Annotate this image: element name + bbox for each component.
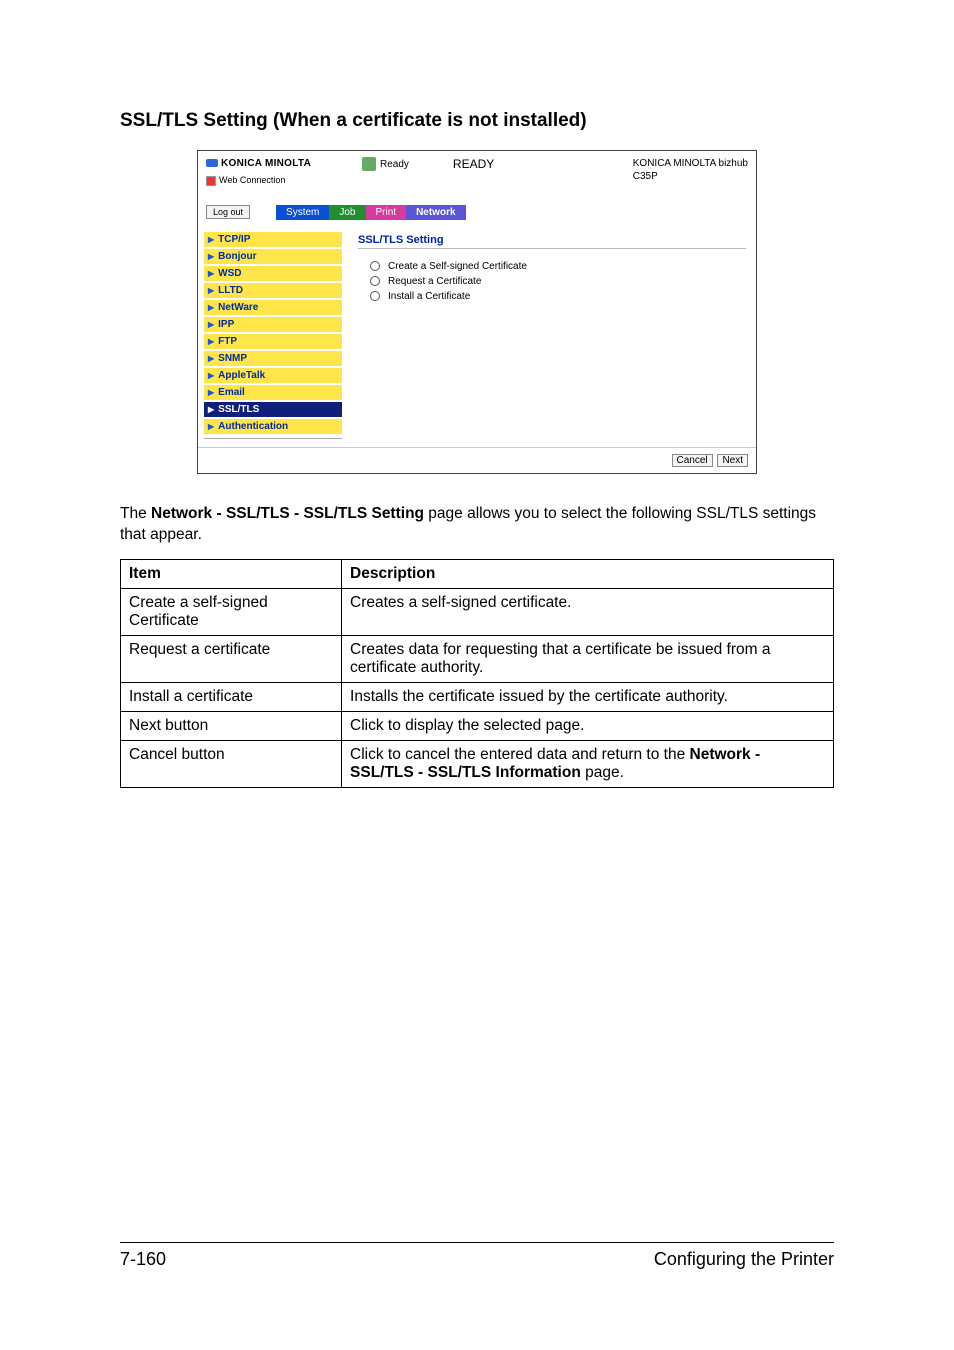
chevron-right-icon: ▶ (208, 354, 214, 363)
sidebar-item-snmp[interactable]: ▶SNMP (204, 351, 342, 366)
cancel-button[interactable]: Cancel (672, 454, 713, 467)
sidebar-item-appletalk[interactable]: ▶AppleTalk (204, 368, 342, 383)
th-description: Description (342, 560, 834, 589)
description-table: Item Description Create a self-signed Ce… (120, 559, 834, 788)
sidebar-item-ssltls[interactable]: ▶SSL/TLS (204, 402, 342, 417)
radio-icon (370, 276, 380, 286)
option-label: Request a Certificate (388, 276, 481, 287)
sidebar-item-email[interactable]: ▶Email (204, 385, 342, 400)
th-item: Item (121, 560, 342, 589)
status-ready-large: READY (453, 157, 494, 171)
table-row: Next button Click to display the selecte… (121, 712, 834, 741)
chevron-right-icon: ▶ (208, 235, 214, 244)
subbrand-text: Web Connection (219, 175, 285, 185)
sidebar-item-ftp[interactable]: ▶FTP (204, 334, 342, 349)
page-footer: 7-160 Configuring the Printer (120, 1242, 834, 1270)
sidebar-item-lltd[interactable]: ▶LLTD (204, 283, 342, 298)
content-panel: SSL/TLS Setting Create a Self-signed Cer… (348, 226, 756, 447)
logout-button[interactable]: Log out (206, 205, 250, 219)
option-create-self-signed[interactable]: Create a Self-signed Certificate (358, 259, 746, 274)
screenshot-footer: Cancel Next (198, 447, 756, 473)
section-title: SSL/TLS Setting (When a certificate is n… (120, 110, 834, 132)
tab-system[interactable]: System (276, 205, 329, 220)
table-row: Request a certificate Creates data for r… (121, 636, 834, 683)
model-line2: C35P (633, 170, 748, 183)
sidebar-item-ipp[interactable]: ▶IPP (204, 317, 342, 332)
radio-icon (370, 261, 380, 271)
sidebar-item-tcpip[interactable]: ▶TCP/IP (204, 232, 342, 247)
chevron-right-icon: ▶ (208, 337, 214, 346)
status-ready-small: Ready (380, 159, 409, 170)
printer-icon (362, 157, 376, 171)
sidebar-item-bonjour[interactable]: ▶Bonjour (204, 249, 342, 264)
chevron-right-icon: ▶ (208, 286, 214, 295)
sidebar-item-wsd[interactable]: ▶WSD (204, 266, 342, 281)
panel-heading: SSL/TLS Setting (358, 234, 746, 249)
chevron-right-icon: ▶ (208, 252, 214, 261)
brand-badge-icon (206, 159, 218, 167)
model-line1: KONICA MINOLTA bizhub (633, 157, 748, 170)
pagescope-icon (206, 176, 216, 186)
tab-bar: System Job Print Network (276, 205, 465, 220)
chevron-right-icon: ▶ (208, 269, 214, 278)
option-label: Install a Certificate (388, 291, 470, 302)
embedded-screenshot: KONICA MINOLTA Web Connection Ready READ… (197, 150, 757, 474)
sidebar-item-netware[interactable]: ▶NetWare (204, 300, 342, 315)
chevron-right-icon: ▶ (208, 320, 214, 329)
sidebar-item-authentication[interactable]: ▶Authentication (204, 419, 342, 434)
option-request-certificate[interactable]: Request a Certificate (358, 274, 746, 289)
page-number: 7-160 (120, 1249, 166, 1270)
chevron-right-icon: ▶ (208, 388, 214, 397)
body-paragraph: The Network - SSL/TLS - SSL/TLS Setting … (120, 504, 834, 546)
option-install-certificate[interactable]: Install a Certificate (358, 289, 746, 304)
table-row: Cancel button Click to cancel the entere… (121, 741, 834, 788)
tab-print[interactable]: Print (366, 205, 407, 220)
tab-network[interactable]: Network (406, 205, 465, 220)
footer-title: Configuring the Printer (654, 1249, 834, 1270)
option-label: Create a Self-signed Certificate (388, 261, 527, 272)
tab-job[interactable]: Job (329, 205, 365, 220)
table-row: Install a certificate Installs the certi… (121, 683, 834, 712)
brand-text: KONICA MINOLTA (221, 158, 311, 169)
chevron-right-icon: ▶ (208, 303, 214, 312)
sidebar: ▶TCP/IP ▶Bonjour ▶WSD ▶LLTD ▶NetWare ▶IP… (198, 226, 348, 447)
chevron-right-icon: ▶ (208, 422, 214, 431)
next-button[interactable]: Next (717, 454, 748, 467)
table-row: Create a self-signed Certificate Creates… (121, 589, 834, 636)
radio-icon (370, 291, 380, 301)
chevron-right-icon: ▶ (208, 371, 214, 380)
chevron-right-icon: ▶ (208, 405, 214, 414)
